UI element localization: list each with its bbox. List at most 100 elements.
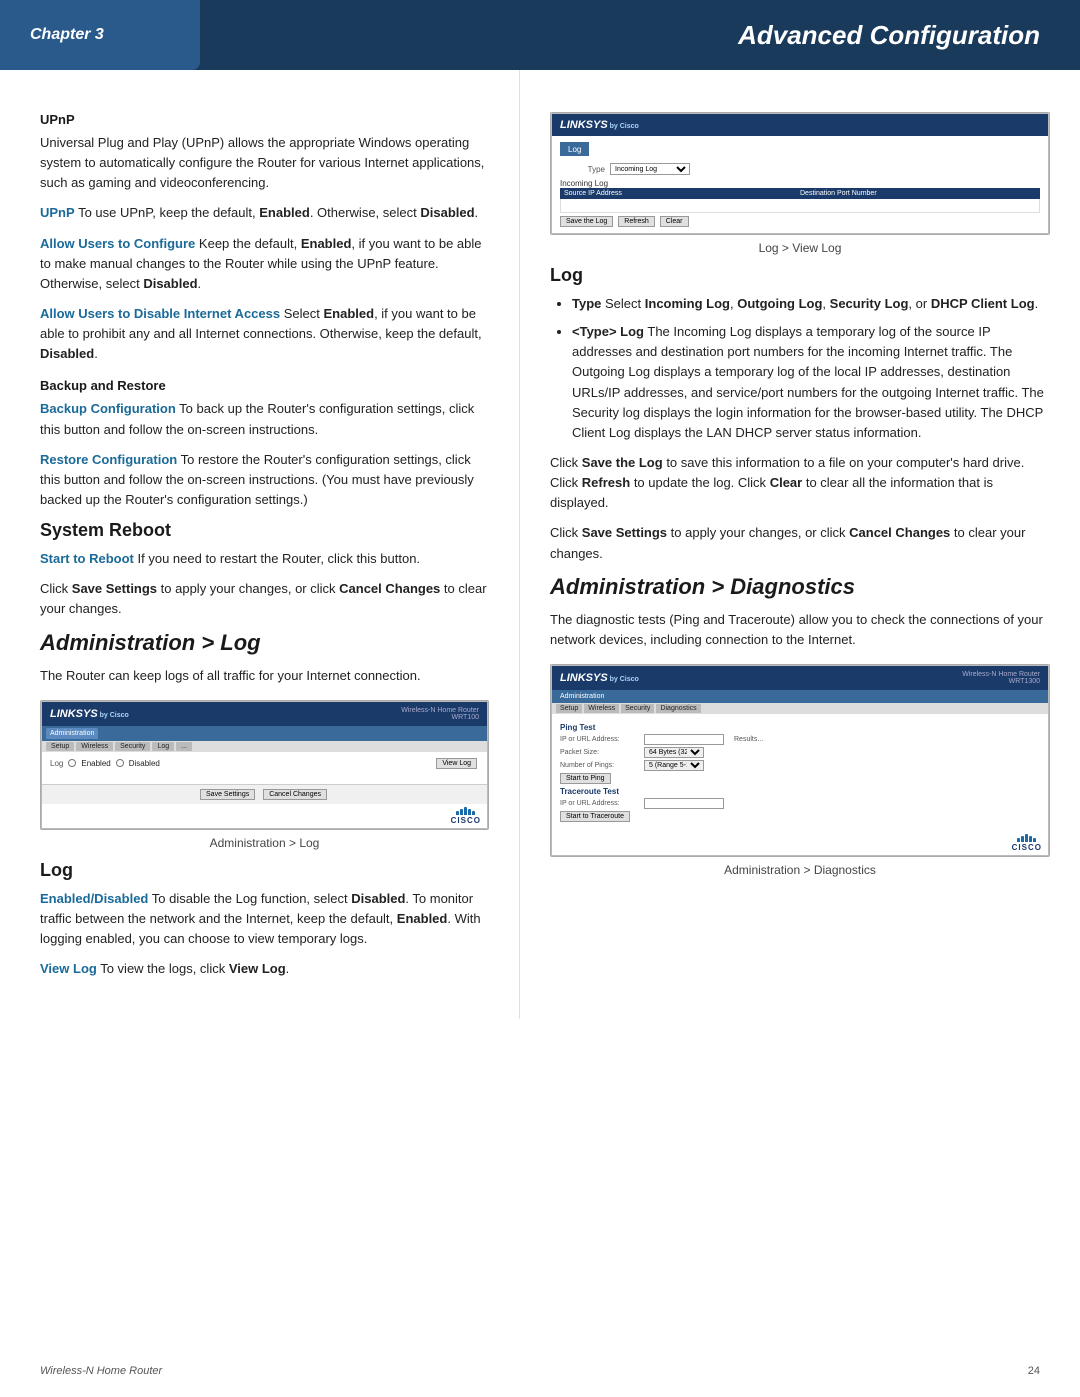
screenshot2-caption: Administration > Diagnostics [550, 863, 1050, 877]
backup-config-label: Backup Configuration [40, 401, 176, 416]
chapter-label: Chapter 3 [30, 26, 104, 44]
linksys-viewlog-ui: LINKSYS by Cisco Log Type Incoming Log I… [551, 113, 1049, 234]
system-reboot-heading: System Reboot [40, 520, 489, 541]
cisco-bar-5 [472, 811, 475, 815]
viewlog-header: LINKSYS by Cisco [552, 114, 1048, 136]
start-traceroute-row: Start to Traceroute [560, 811, 1040, 822]
num-pings-select[interactable]: 5 (Range 5-100) [644, 760, 704, 771]
enabled-radio[interactable] [68, 759, 76, 767]
ping-test-label: Ping Test [560, 723, 1040, 732]
type-label: Type [560, 165, 610, 174]
type-select[interactable]: Incoming Log [610, 163, 690, 175]
log-incoming-label-row: Incoming Log [560, 178, 1040, 188]
num-pings-label: Number of Pings: [560, 762, 640, 769]
traceroute-ip-input[interactable] [644, 798, 724, 809]
view-log-label: View Log [40, 961, 97, 976]
save-log-button[interactable]: Save the Log [560, 216, 613, 227]
diag-cisco-bar-1 [1017, 838, 1020, 842]
type-log-label-bullet: <Type> Log [572, 324, 644, 339]
diag-cisco-bars [1017, 834, 1036, 842]
viewlog-content: Log Type Incoming Log Incoming Log Sourc… [552, 136, 1048, 233]
sub-tabs: Setup Wireless Security Log ... [42, 741, 487, 752]
clear-button[interactable]: Clear [660, 216, 689, 227]
header-title-area: Advanced Configuration [200, 0, 1080, 70]
diag-logo: LINKSYS by Cisco [560, 672, 639, 684]
log-heading-left: Log [40, 860, 489, 881]
log-type-row: Type Incoming Log [560, 163, 1040, 175]
packet-size-select[interactable]: 64 Bytes (32) [644, 747, 704, 758]
cisco-mark: CISCO [451, 807, 481, 825]
start-reboot-para: Start to Reboot If you need to restart t… [40, 549, 489, 569]
start-ping-button[interactable]: Start to Ping [560, 773, 611, 784]
diag-cisco-logo-area: CISCO [552, 831, 1048, 855]
linksys-logo: LINKSYS by Cisco [50, 708, 129, 720]
traceroute-ip-row: IP or URL Address: [560, 798, 1040, 809]
diag-content: Ping Test IP or URL Address: Results... … [552, 714, 1048, 831]
refresh-button[interactable]: Refresh [618, 216, 655, 227]
cisco-bar-2 [460, 809, 463, 815]
start-traceroute-button[interactable]: Start to Traceroute [560, 811, 630, 822]
linksys-diag-ui: LINKSYS by Cisco Wireless-N Home Router … [551, 665, 1049, 856]
admin-log-desc: The Router can keep logs of all traffic … [40, 666, 489, 686]
view-log-button[interactable]: View Log [436, 758, 477, 769]
ping-ip-row: IP or URL Address: Results... [560, 734, 1040, 745]
admin-diag-screenshot: LINKSYS by Cisco Wireless-N Home Router … [550, 664, 1050, 857]
restore-config-para: Restore Configuration To restore the Rou… [40, 450, 489, 510]
disabled-radio[interactable] [116, 759, 124, 767]
footer-product: Wireless-N Home Router [40, 1365, 162, 1377]
num-pings-row: Number of Pings: 5 (Range 5-100) [560, 760, 1040, 771]
diag-cisco-mark: CISCO [1012, 834, 1042, 852]
col-source-ip: Source IP Address [564, 190, 800, 197]
ping-ip-input[interactable] [644, 734, 724, 745]
log-enabled-row: Log Enabled Disabled View Log [50, 758, 479, 769]
linksys-header: LINKSYS by Cisco Wireless-N Home Router … [42, 702, 487, 726]
sub-tab-setup: Setup [46, 742, 74, 751]
enabled-disabled-label: Enabled/Disabled [40, 891, 148, 906]
cancel-changes-button[interactable]: Cancel Changes [263, 789, 327, 800]
log-table-header: Source IP Address Destination Port Numbe… [560, 188, 1040, 199]
sub-tab-wireless: Wireless [76, 742, 113, 751]
save-settings-para-1: Click Save Settings to apply your change… [40, 579, 489, 619]
sub-tab-security: Security [115, 742, 150, 751]
diag-cisco-bar-3 [1025, 834, 1028, 842]
start-ping-row: Start to Ping [560, 773, 1040, 784]
admin-diag-desc: The diagnostic tests (Ping and Tracerout… [550, 610, 1050, 650]
diag-cisco-bar-4 [1029, 836, 1032, 842]
log-table-body [560, 199, 1040, 213]
view-log-para: View Log To view the logs, click View Lo… [40, 959, 489, 979]
page-header: Chapter 3 Advanced Configuration [0, 0, 1080, 70]
type-label-bullet: Type [572, 296, 601, 311]
admin-log-heading: Administration > Log [40, 630, 489, 656]
upnp-enabled: Enabled [259, 205, 310, 220]
packet-size-label: Packet Size: [560, 749, 640, 756]
diag-cisco-text: CISCO [1012, 843, 1042, 852]
log-bullet-2: <Type> Log The Incoming Log displays a t… [572, 322, 1050, 443]
linksys-log-ui: LINKSYS by Cisco Wireless-N Home Router … [41, 701, 488, 829]
start-reboot-label: Start to Reboot [40, 551, 134, 566]
diag-subtab-security: Security [621, 704, 654, 713]
backup-restore-heading: Backup and Restore [40, 378, 489, 393]
footer-page-number: 24 [1028, 1365, 1040, 1377]
viewlog-logo: LINKSYS by Cisco [560, 119, 639, 131]
router-info: Wireless-N Home Router WRT100 [401, 707, 479, 721]
content-area: UPnP Universal Plug and Play (UPnP) allo… [0, 70, 1080, 1019]
left-column: UPnP Universal Plug and Play (UPnP) allo… [0, 70, 520, 1019]
page-footer: Wireless-N Home Router 24 [0, 1365, 1080, 1377]
diag-tab-admin: Administration [556, 692, 608, 701]
save-settings-para-2: Click Save Settings to apply your change… [550, 523, 1050, 563]
cisco-bar-1 [456, 811, 459, 815]
traceroute-section: Traceroute Test IP or URL Address: Start… [560, 787, 1040, 822]
ping-ip-label: IP or URL Address: [560, 736, 640, 743]
packet-size-row: Packet Size: 64 Bytes (32) [560, 747, 1040, 758]
allow-disable-label: Allow Users to Disable Internet Access [40, 306, 280, 321]
log-action-buttons: Save the Log Refresh Clear [560, 216, 1040, 227]
sub-tab-diag: ... [176, 742, 192, 751]
cisco-bar-4 [468, 809, 471, 815]
save-settings-button[interactable]: Save Settings [200, 789, 255, 800]
right-column: LINKSYS by Cisco Log Type Incoming Log I… [520, 70, 1080, 1019]
diag-cisco-bar-2 [1021, 836, 1024, 842]
chapter-tab: Chapter 3 [0, 0, 200, 70]
tab-administration: Administration [46, 728, 98, 739]
admin-log-screenshot: LINKSYS by Cisco Wireless-N Home Router … [40, 700, 489, 830]
start-reboot-desc: If you need to restart the Router, click… [134, 551, 420, 566]
